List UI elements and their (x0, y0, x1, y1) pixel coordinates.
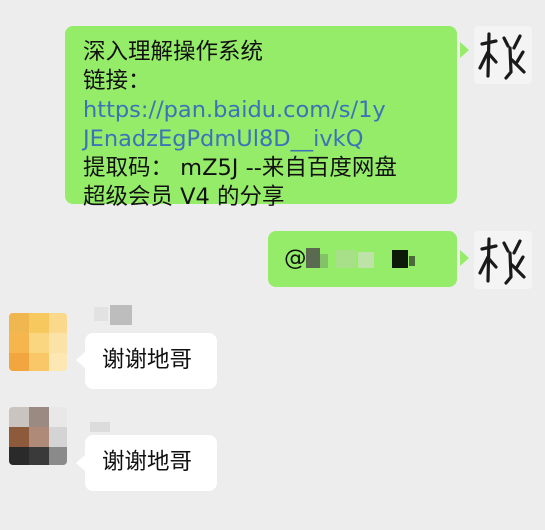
contact-name-blurred (88, 305, 138, 327)
mention-name-blurred (306, 246, 415, 270)
extraction-code-line: 提取码： mZ5J --来自百度网盘 (83, 155, 397, 181)
message-text: 谢谢地哥 (102, 347, 193, 373)
mention-prefix: @ (284, 245, 307, 271)
bubble-tail (460, 42, 469, 58)
message-text: 谢谢地哥 (102, 449, 193, 475)
chat-message[interactable]: 谢谢地哥 (85, 435, 217, 491)
self-avatar[interactable] (474, 231, 532, 289)
bubble-tail (460, 250, 469, 266)
bubble-tail (76, 455, 85, 471)
contact-avatar[interactable] (9, 313, 67, 371)
chat-message[interactable]: 谢谢地哥 (85, 333, 217, 389)
calligraphy-avatar-icon (474, 231, 532, 289)
link-label: 链接： (83, 68, 151, 94)
self-avatar[interactable] (474, 26, 532, 84)
avatar-blurred-image (9, 407, 67, 465)
bubble-tail (76, 352, 85, 368)
share-link-part2[interactable]: JEnadzEgPdmUl8D__ivkQ (83, 125, 449, 154)
calligraphy-avatar-icon (474, 26, 532, 84)
share-source-line: 超级会员 V4 的分享 (83, 184, 285, 210)
mention-message[interactable]: @ (268, 231, 457, 287)
link-line: 链接： https://pan.baidu.com/s/1y (83, 67, 449, 125)
share-link-part1[interactable]: https://pan.baidu.com/s/1y (83, 97, 386, 123)
avatar-blurred-image (9, 313, 67, 371)
contact-avatar[interactable] (9, 407, 67, 465)
contact-name-blurred (88, 422, 118, 434)
shared-link-message[interactable]: 深入理解操作系统 链接： https://pan.baidu.com/s/1y J… (65, 26, 457, 210)
message-title: 深入理解操作系统 (83, 39, 264, 65)
